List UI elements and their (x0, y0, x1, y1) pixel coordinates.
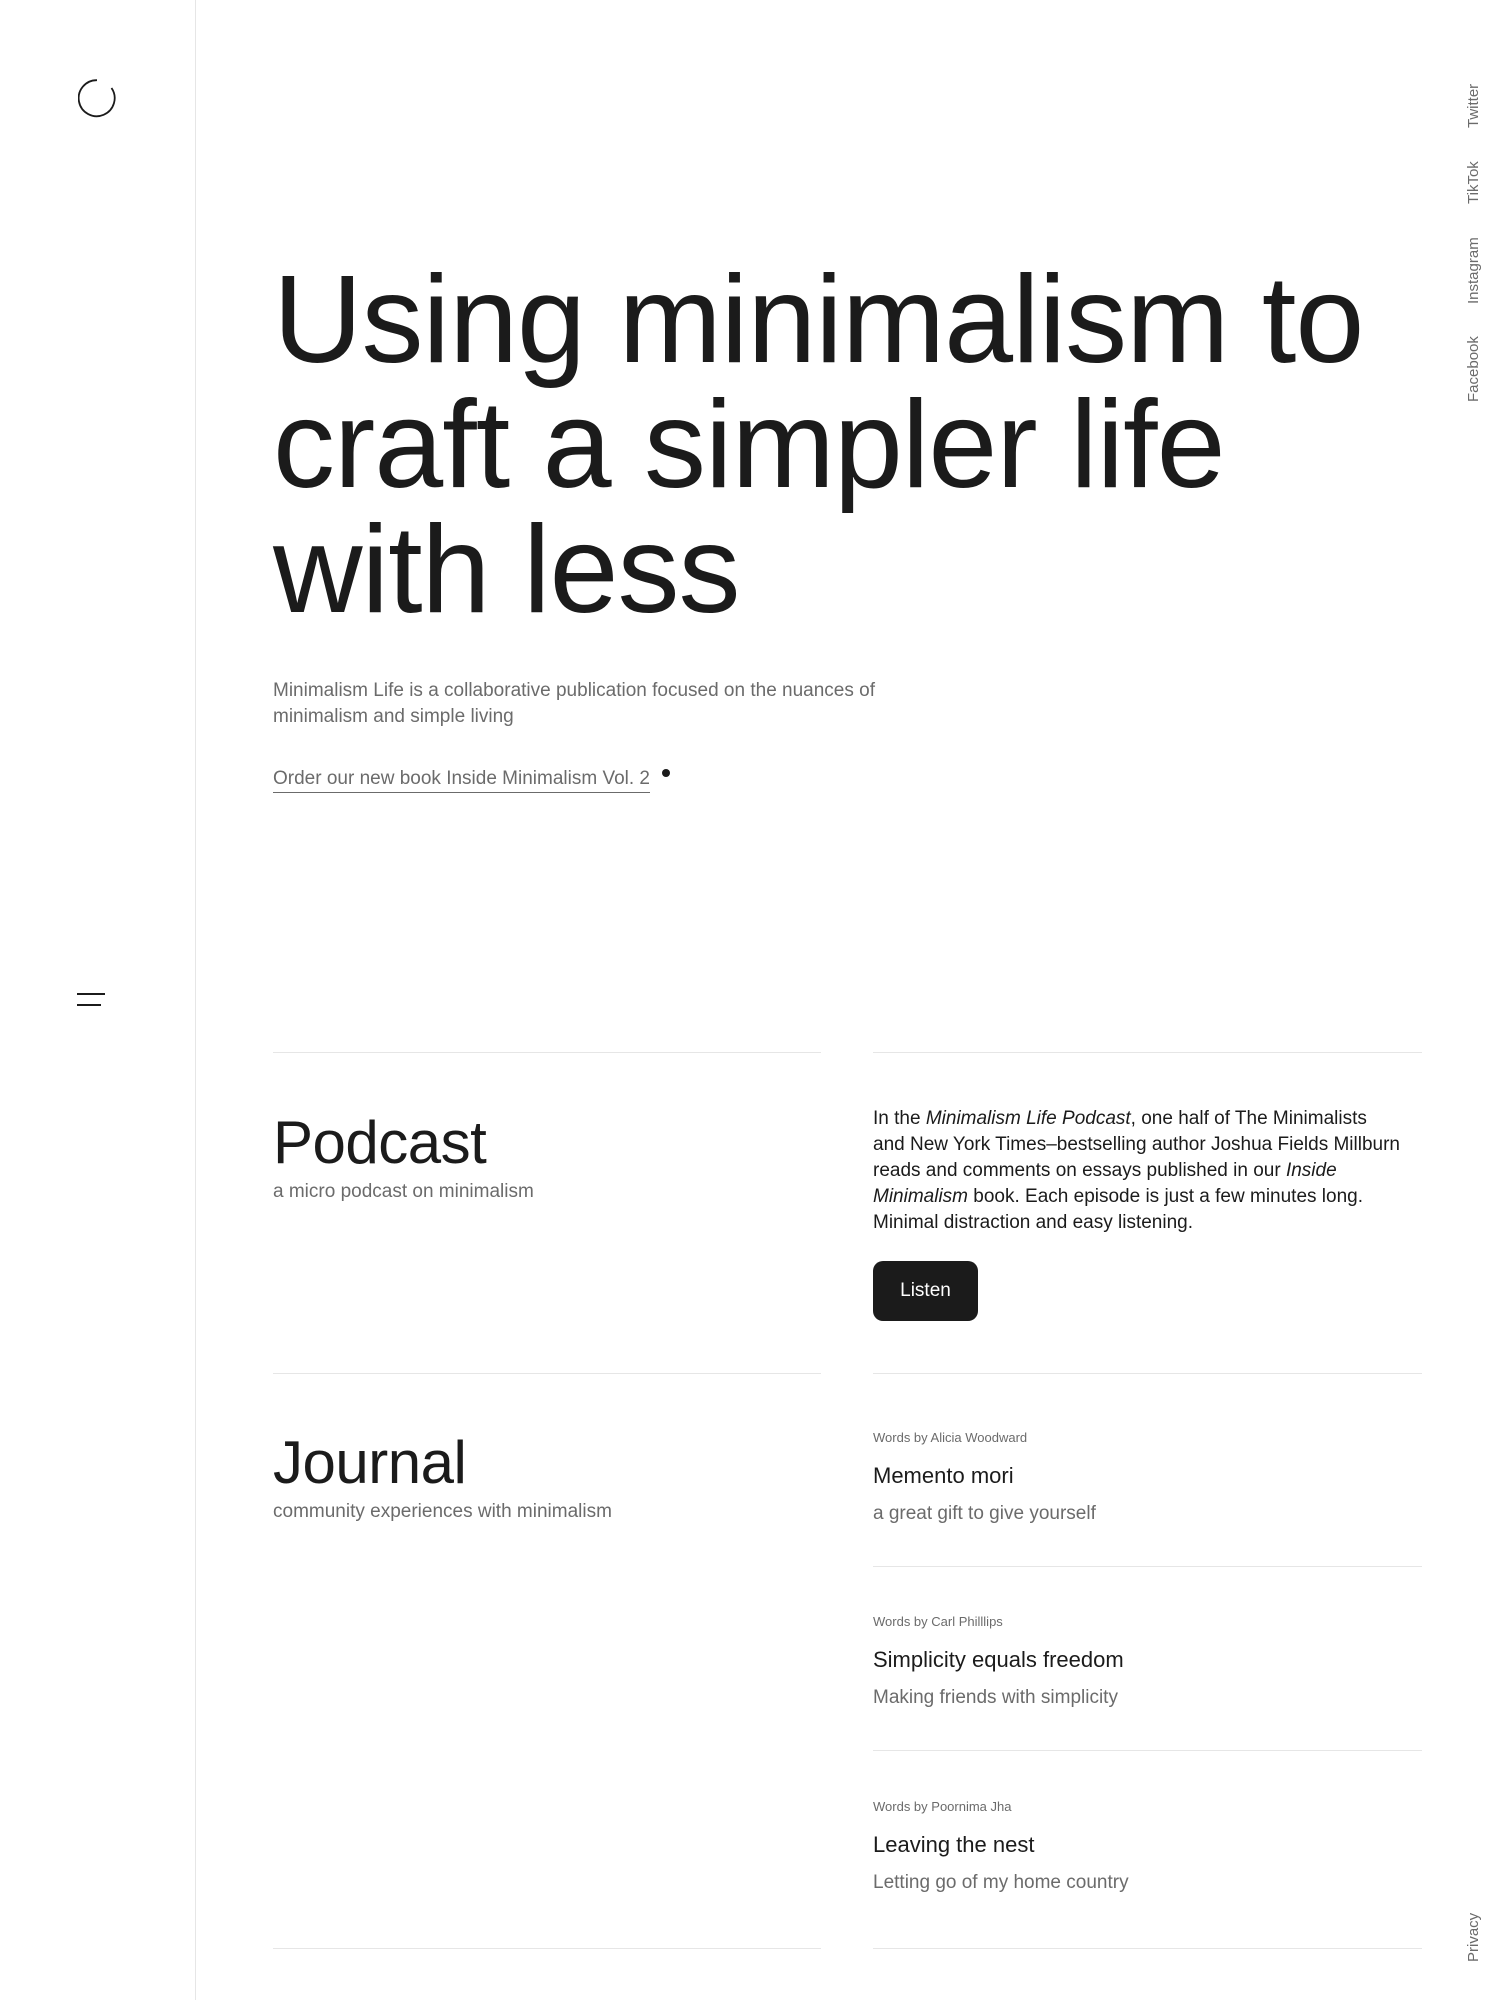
privacy-link[interactable]: Privacy (1465, 1913, 1482, 1962)
instagram-link[interactable]: Instagram (1465, 237, 1482, 304)
journal-title: Journal (273, 1429, 467, 1496)
journal-article[interactable]: Words by Alicia Woodward Memento mori a … (873, 1430, 1422, 1526)
divider (273, 1052, 821, 1053)
article-subtitle: a great gift to give yourself (873, 1503, 1096, 1524)
hero-title: Using minimalism to craft a simpler life… (273, 251, 1364, 639)
article-title[interactable]: Leaving the nest (873, 1831, 1422, 1859)
divider (273, 1373, 821, 1374)
article-title[interactable]: Memento mori (873, 1462, 1422, 1490)
twitter-link[interactable]: Twitter (1465, 84, 1482, 128)
left-sidebar (0, 0, 196, 2000)
article-byline: Words by Alicia Woodward (873, 1430, 1028, 1445)
divider (873, 1948, 1422, 1949)
listen-button[interactable]: Listen (873, 1261, 978, 1321)
menu-icon[interactable] (77, 991, 107, 1011)
podcast-description: In the Minimalism Life Podcast, one half… (873, 1106, 1403, 1236)
journal-article[interactable]: Words by Poornima Jha Leaving the nest L… (873, 1799, 1422, 1895)
book-link-dot (662, 769, 670, 777)
article-byline: Words by Poornima Jha (873, 1799, 1012, 1814)
article-byline: Words by Carl Philllips (873, 1614, 1003, 1629)
divider (873, 1373, 1422, 1374)
divider (873, 1750, 1422, 1751)
article-title[interactable]: Simplicity equals freedom (873, 1646, 1422, 1674)
article-subtitle: Letting go of my home country (873, 1872, 1129, 1893)
divider (273, 1948, 821, 1949)
tiktok-link[interactable]: TikTok (1465, 161, 1482, 204)
hero-subtitle: Minimalism Life is a collaborative publi… (273, 680, 875, 727)
journal-subtitle: community experiences with minimalism (273, 1501, 612, 1522)
social-links: Twitter TikTok Instagram Facebook Privac… (1465, 0, 1482, 1962)
menu-line-top (77, 993, 105, 995)
facebook-link[interactable]: Facebook (1465, 336, 1482, 402)
podcast-desc-part: In the (873, 1108, 926, 1129)
journal-article[interactable]: Words by Carl Philllips Simplicity equal… (873, 1614, 1422, 1710)
podcast-title: Podcast (273, 1109, 487, 1176)
divider (873, 1052, 1422, 1053)
podcast-name: Minimalism Life Podcast (925, 1108, 1131, 1129)
menu-line-bottom (77, 1004, 101, 1006)
podcast-subtitle: a micro podcast on minimalism (273, 1181, 534, 1202)
logo-circle-icon[interactable] (78, 78, 118, 118)
divider (873, 1566, 1422, 1567)
book-order-link[interactable]: Order our new book Inside Minimalism Vol… (273, 766, 650, 793)
article-subtitle: Making friends with simplicity (873, 1687, 1118, 1708)
